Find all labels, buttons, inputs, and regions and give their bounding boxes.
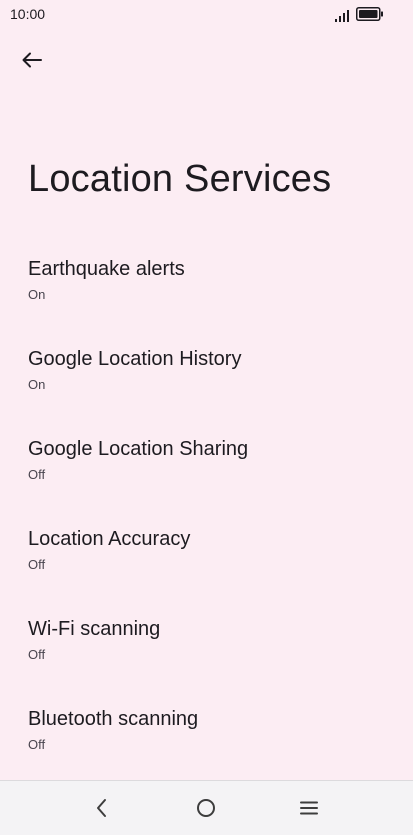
page-title: Location Services bbox=[28, 158, 332, 200]
status-time: 10:00 bbox=[10, 6, 46, 22]
setting-wifi-scanning[interactable]: Wi-Fi scanning Off bbox=[0, 604, 413, 694]
setting-summary: Off bbox=[28, 557, 46, 572]
setting-title: Bluetooth scanning bbox=[28, 708, 199, 730]
setting-summary: Off bbox=[28, 647, 46, 662]
setting-google-location-sharing[interactable]: Google Location Sharing Off bbox=[0, 424, 413, 514]
nav-recents-button[interactable] bbox=[294, 793, 324, 823]
setting-summary: On bbox=[28, 377, 46, 392]
setting-title: Wi-Fi scanning bbox=[28, 618, 161, 640]
status-bar: 10:00 bbox=[0, 0, 413, 30]
back-button[interactable] bbox=[14, 44, 50, 76]
arrow-back-icon bbox=[22, 52, 42, 68]
setting-title: Location Accuracy bbox=[28, 528, 191, 550]
setting-title: Google Location History bbox=[28, 348, 242, 370]
settings-list: Earthquake alerts On Google Location His… bbox=[0, 244, 413, 784]
setting-bluetooth-scanning[interactable]: Bluetooth scanning Off bbox=[0, 694, 413, 784]
menu-lines-icon bbox=[300, 801, 318, 815]
setting-title: Earthquake alerts bbox=[28, 258, 185, 280]
setting-title: Google Location Sharing bbox=[28, 438, 249, 460]
setting-summary: On bbox=[28, 287, 46, 302]
setting-summary: Off bbox=[28, 467, 46, 482]
nav-home-button[interactable] bbox=[191, 793, 221, 823]
setting-google-location-history[interactable]: Google Location History On bbox=[0, 334, 413, 424]
setting-summary: Off bbox=[28, 737, 46, 752]
nav-back-button[interactable] bbox=[87, 793, 117, 823]
navigation-bar bbox=[0, 780, 413, 835]
battery-icon bbox=[356, 7, 383, 21]
circle-home-icon bbox=[197, 799, 215, 817]
setting-earthquake-alerts[interactable]: Earthquake alerts On bbox=[0, 244, 413, 334]
signal-icon bbox=[335, 10, 349, 22]
setting-location-accuracy[interactable]: Location Accuracy Off bbox=[0, 514, 413, 604]
chevron-left-icon bbox=[97, 799, 106, 817]
